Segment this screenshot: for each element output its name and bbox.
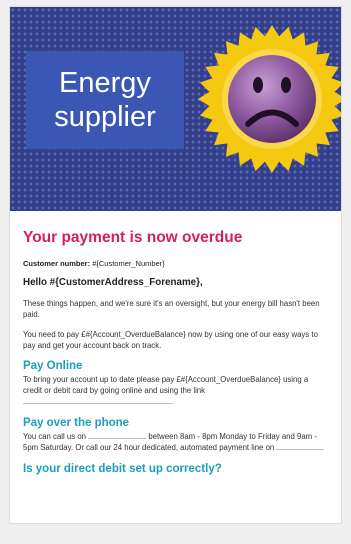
intro-paragraph: These things happen, and we're sure it's… bbox=[23, 299, 320, 319]
sad-face-icon bbox=[198, 25, 341, 173]
pay-online-heading: Pay Online bbox=[23, 360, 83, 372]
pay-online-link-blank[interactable] bbox=[23, 403, 173, 404]
energy-supplier-label: Energy supplier bbox=[26, 51, 184, 149]
greeting: Hello #{CustomerAddress_Forename}, bbox=[23, 277, 203, 288]
direct-debit-heading[interactable]: Is your direct debit set up correctly? bbox=[23, 463, 327, 475]
phone-number-blank bbox=[88, 438, 147, 439]
payment-line-blank bbox=[276, 449, 325, 450]
pay-phone-text-start: You can call us on bbox=[23, 432, 86, 441]
overdue-headline: Your payment is now overdue bbox=[23, 229, 243, 246]
pay-online-text: To bring your account up to date please … bbox=[23, 375, 309, 395]
left-eye bbox=[253, 77, 263, 93]
hero-banner: Energy supplier bbox=[10, 7, 341, 211]
pay-online-paragraph: To bring your account up to date please … bbox=[23, 374, 327, 407]
pay-phone-paragraph: You can call us on between 8am - 8pm Mon… bbox=[23, 431, 327, 453]
customer-number-label: Customer number: bbox=[23, 259, 91, 268]
pay-request-paragraph: You need to pay £#{Account_OverdueBalanc… bbox=[23, 330, 318, 350]
face bbox=[228, 55, 316, 143]
pay-phone-heading: Pay over the phone bbox=[23, 417, 130, 429]
customer-number-line: Customer number: #{Customer_Number} bbox=[23, 259, 327, 268]
customer-number-value: #{Customer_Number} bbox=[92, 259, 165, 268]
email-preview: Energy supplier Your payment is now over… bbox=[9, 6, 342, 524]
email-body: Your payment is now overdue Customer num… bbox=[10, 213, 341, 523]
right-eye bbox=[281, 77, 291, 93]
